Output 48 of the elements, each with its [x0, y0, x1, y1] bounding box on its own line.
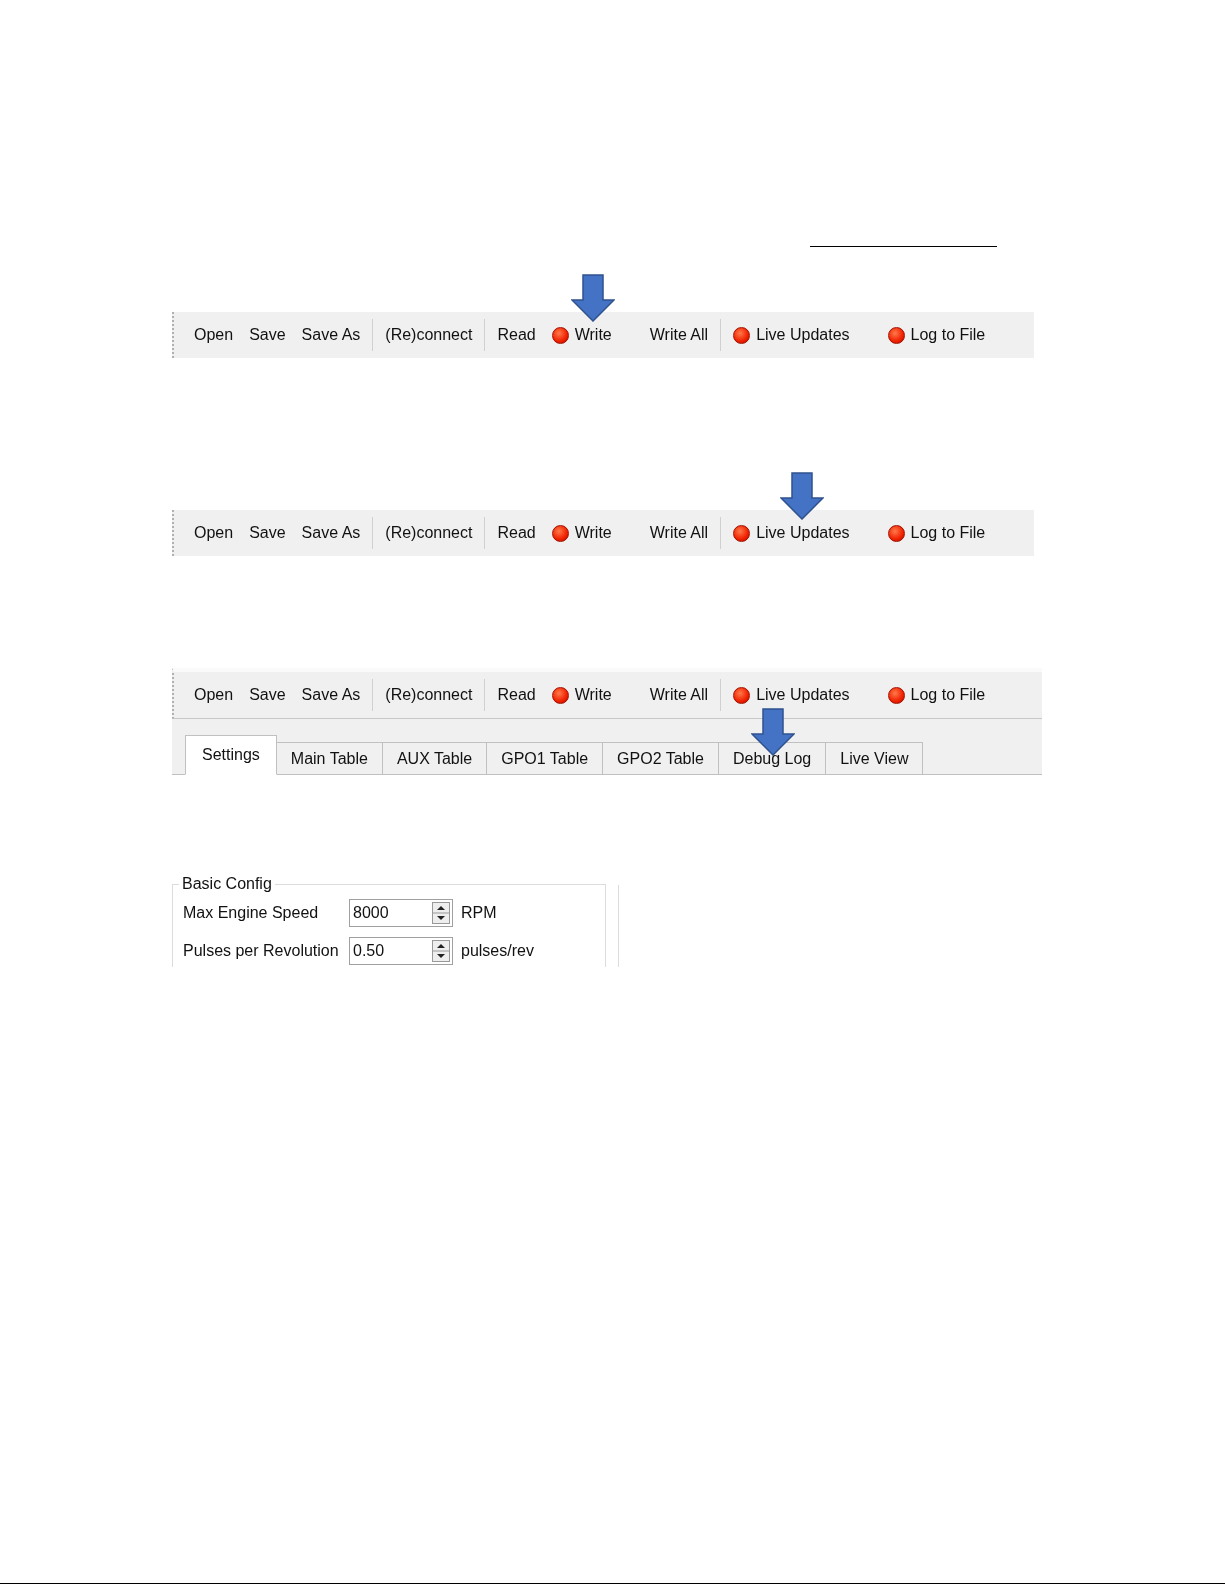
tab[interactable]: Live View: [825, 742, 924, 774]
tab[interactable]: Settings: [185, 735, 277, 775]
toolbar-button[interactable]: Save: [241, 320, 294, 350]
spin-box[interactable]: 0.50: [349, 937, 453, 965]
toolbar-button[interactable]: (Re)connect: [377, 518, 481, 548]
toolbar-button[interactable]: Write All: [641, 518, 717, 548]
spin-value: 8000: [353, 904, 389, 922]
spinner-arrows-icon[interactable]: [432, 940, 450, 962]
field-label: Pulses per Revolution: [183, 942, 340, 960]
toolbar-button[interactable]: Save As: [293, 680, 369, 710]
toolbar-button[interactable]: Open: [186, 320, 242, 350]
spin-box[interactable]: 8000: [349, 899, 453, 927]
toolbar-button[interactable]: (Re)connect: [377, 680, 481, 710]
toolbar-button[interactable]: Open: [186, 518, 242, 548]
toolbar-button[interactable]: Write: [543, 320, 642, 350]
group-title: Basic Config: [181, 875, 273, 893]
toolbar-button[interactable]: Log to File: [879, 680, 1016, 710]
unit-label: pulses/rev: [461, 942, 534, 960]
toolbar-button[interactable]: Live Updates: [725, 518, 880, 548]
toolbar-button[interactable]: Log to File: [879, 518, 1016, 548]
spin-value: 0.50: [353, 942, 385, 960]
toolbar-button[interactable]: Write: [543, 680, 642, 710]
status-led-icon: [733, 686, 751, 704]
status-led-icon: [551, 686, 569, 704]
status-led-icon: [887, 524, 905, 542]
toolbar-button[interactable]: Open: [186, 680, 242, 710]
toolbar-button[interactable]: (Re)connect: [377, 320, 481, 350]
status-led-icon: [733, 524, 751, 542]
status-led-icon: [887, 326, 905, 344]
toolbar-button[interactable]: Write All: [641, 320, 717, 350]
status-led-icon: [733, 326, 751, 344]
toolbar-button[interactable]: Save: [241, 518, 294, 548]
toolbar-button[interactable]: Read: [489, 680, 544, 710]
toolbar-button[interactable]: Save As: [293, 518, 369, 548]
toolbar-button[interactable]: Write All: [641, 680, 717, 710]
toolbar-button[interactable]: Save As: [293, 320, 369, 350]
status-led-icon: [551, 524, 569, 542]
unit-label: RPM: [461, 904, 497, 922]
toolbar-button[interactable]: Write: [543, 518, 642, 548]
status-led-icon: [551, 326, 569, 344]
spinner-arrows-icon[interactable]: [432, 902, 450, 924]
toolbar-button[interactable]: Live Updates: [725, 320, 880, 350]
toolbar-button[interactable]: Log to File: [879, 320, 1016, 350]
toolbar-button[interactable]: Read: [489, 320, 544, 350]
toolbar-button[interactable]: Save: [241, 680, 294, 710]
field-label: Max Engine Speed: [183, 904, 320, 922]
toolbar-button[interactable]: Read: [489, 518, 544, 548]
status-led-icon: [887, 686, 905, 704]
